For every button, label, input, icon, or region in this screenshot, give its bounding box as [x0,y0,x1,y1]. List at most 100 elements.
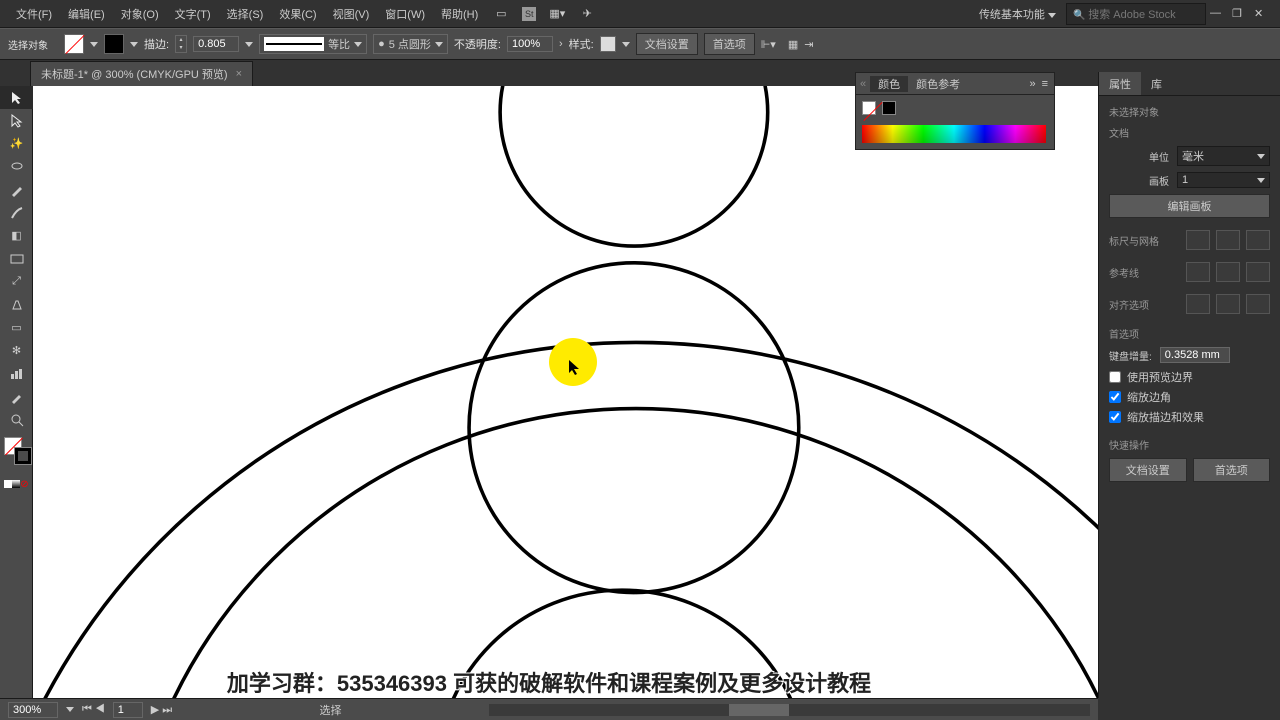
color-guide-tab[interactable]: 颜色参考 [908,76,968,92]
prefs-button[interactable]: 首选项 [704,33,755,55]
color-panel[interactable]: « 颜色 颜色参考 » ≡ [855,72,1055,150]
workspace-switcher[interactable]: 传统基本功能 [969,6,1066,22]
stroke-swatch[interactable] [104,34,124,54]
search-input[interactable]: 🔍 搜索 Adobe Stock [1066,3,1206,25]
brush-dd[interactable]: ● 5 点圆形 [373,34,448,54]
style-swatch[interactable] [600,36,616,52]
panel-toggle-icon[interactable]: ▦ [788,38,798,51]
collapse-icon[interactable]: ⇥ [804,38,813,51]
current-tool-label: 选择 [180,702,481,718]
edit-artboard-button[interactable]: 编辑画板 [1109,194,1270,218]
artboard-nav-next[interactable]: ▶ ⏭ [151,703,172,717]
preview-bounds-checkbox[interactable]: 使用预览边界 [1109,369,1270,385]
zoom-tool[interactable] [0,408,33,431]
artboard-num[interactable]: 1 [113,702,143,718]
menu-window[interactable]: 窗口(W) [377,6,433,22]
eyedropper-tool[interactable] [0,385,33,408]
canvas-area[interactable] [33,86,1242,698]
stroke-width-input[interactable]: 0.805 [193,36,239,52]
graph-tool[interactable] [0,362,33,385]
guides-icon1[interactable] [1186,262,1210,282]
doc-setup-button[interactable]: 文档设置 [636,33,698,55]
color-tab[interactable]: 颜色 [870,76,908,92]
transparency-grid-icon[interactable] [1246,230,1270,250]
perspective-tool[interactable] [0,293,33,316]
fill-dd[interactable] [90,42,98,47]
prefs-button-2[interactable]: 首选项 [1193,458,1271,482]
gradient-tool[interactable]: ▭ [0,316,33,339]
lasso-tool[interactable] [0,155,33,178]
panel-collapse-icon[interactable]: « [860,78,866,90]
fill-swatch[interactable] [64,34,84,54]
magic-wand-tool[interactable]: ✨ [0,132,33,155]
opacity-input[interactable]: 100% [507,36,553,52]
artboard-nav-prev[interactable]: ⏮ ◀ [82,703,105,716]
guides-icon2[interactable] [1216,262,1240,282]
tab-document[interactable]: 未标题-1* @ 300% (CMYK/GPU 预览) × [30,61,253,86]
guides-icon3[interactable] [1246,262,1270,282]
zoom-dd[interactable] [66,707,74,712]
align-icon1[interactable] [1186,294,1210,314]
gpu-icon[interactable]: ✈ [578,5,596,23]
menu-text[interactable]: 文字(T) [167,6,219,22]
menu-file[interactable]: 文件(F) [8,6,60,22]
restore-icon[interactable]: ❐ [1232,7,1246,21]
minimize-icon[interactable]: — [1210,7,1224,21]
no-selection-label: 选择对象 [8,37,58,52]
color-mode-icons[interactable]: ⊘ [0,475,33,493]
menu-help[interactable]: 帮助(H) [433,6,486,22]
close-icon[interactable]: ✕ [1254,7,1268,21]
color-spectrum[interactable] [862,125,1046,143]
grid-icon[interactable] [1216,230,1240,250]
pen-tool[interactable] [0,178,33,201]
symbol-tool[interactable]: ✻ [0,339,33,362]
align-icon[interactable]: ⊩▾ [761,38,776,51]
unit-dropdown[interactable]: 毫米 [1177,146,1270,166]
opacity-arrow[interactable]: › [559,38,563,50]
artboard[interactable] [33,86,1242,698]
scale-corners-checkbox[interactable]: 缩放边角 [1109,389,1270,405]
scale-strokes-checkbox[interactable]: 缩放描边和效果 [1109,409,1270,425]
menu-object[interactable]: 对象(O) [113,6,167,22]
panel-menu-icon[interactable]: ≡ [1042,78,1048,90]
stroke-spinner[interactable]: ▴▾ [175,35,187,53]
style-dd[interactable] [622,42,630,47]
align-icon3[interactable] [1246,294,1270,314]
rectangle-tool[interactable] [0,247,33,270]
doc-setup-button-2[interactable]: 文档设置 [1109,458,1187,482]
properties-tab[interactable]: 属性 [1099,72,1141,95]
align-icon2[interactable] [1216,294,1240,314]
panel-expand-icon[interactable]: » [1029,78,1035,90]
menu-view[interactable]: 视图(V) [325,6,378,22]
artboard-label: 画板 [1109,173,1169,188]
brush-tool[interactable] [0,201,33,224]
stroke-color[interactable] [14,447,32,465]
zoom-input[interactable]: 300% [8,702,58,718]
arrange-icon[interactable]: ▦▾ [548,5,566,23]
menu-edit[interactable]: 编辑(E) [60,6,113,22]
guides-label: 参考线 [1109,265,1139,280]
profile-dd[interactable]: 等比 [259,34,367,54]
scale-tool[interactable]: ⤢ [0,270,33,293]
artboard-dropdown[interactable]: 1 [1177,172,1270,188]
ruler-icon[interactable] [1186,230,1210,250]
tab-close-icon[interactable]: × [236,68,242,80]
opacity-label: 不透明度: [454,36,501,52]
selection-tool[interactable] [0,86,33,109]
properties-panel: 属性 库 未选择对象 文档 单位毫米 画板1 编辑画板 标尺与网格 参考线 对齐… [1098,72,1280,698]
bridge-icon[interactable]: ▭ [492,5,510,23]
eraser-tool[interactable]: ◧ [0,224,33,247]
stock-icon[interactable]: St [522,7,536,21]
align-label: 对齐选项 [1109,297,1149,312]
menu-select[interactable]: 选择(S) [219,6,272,22]
cp-fill[interactable] [862,101,876,115]
strokew-dd[interactable] [245,42,253,47]
stroke-dd[interactable] [130,42,138,47]
cp-stroke[interactable] [882,101,896,115]
scrollbar-h[interactable] [489,704,1090,716]
menu-effect[interactable]: 效果(C) [271,6,324,22]
key-incr-input[interactable]: 0.3528 mm [1160,347,1230,363]
direct-selection-tool[interactable] [0,109,33,132]
fill-stroke-swatches[interactable] [0,435,32,475]
libraries-tab[interactable]: 库 [1141,72,1172,95]
